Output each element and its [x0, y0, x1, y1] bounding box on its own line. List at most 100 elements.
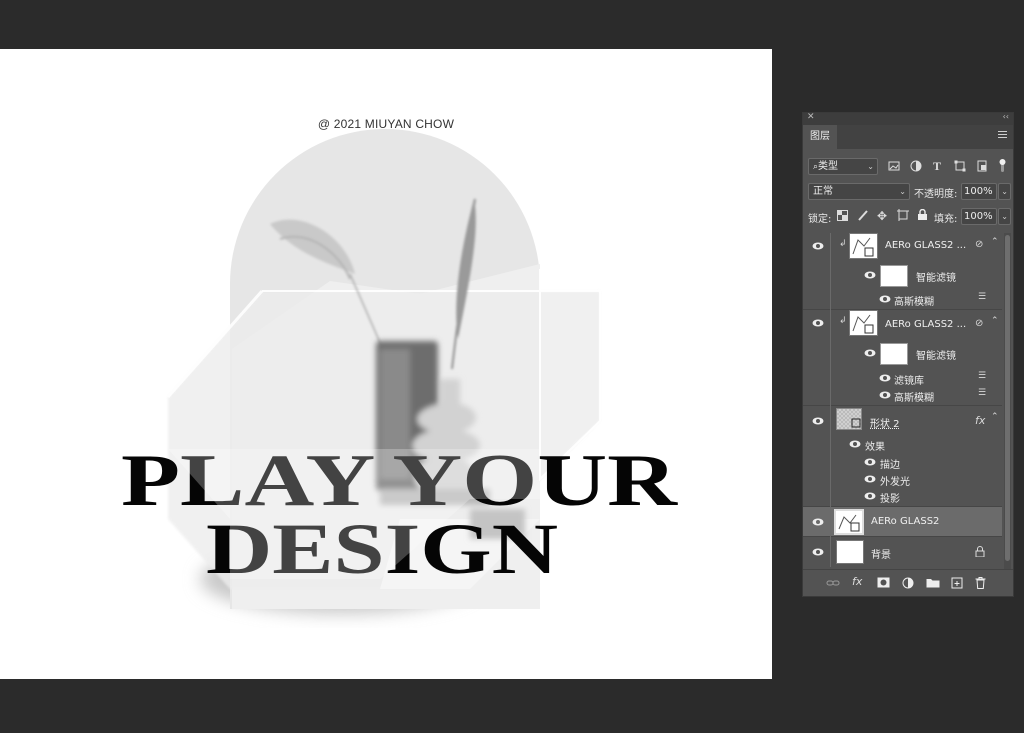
visibility-eye-icon[interactable]: [879, 391, 891, 399]
lock-label: 锁定:: [808, 214, 832, 225]
layer-name[interactable]: 形状 2: [870, 415, 900, 430]
opacity-input[interactable]: 100%: [961, 183, 997, 200]
layer-row-aero-glass-second[interactable]: ↲ AERo GLASS2 ... ⊘ ⌃ 智能滤镜 滤镜库 ☰ 高斯模糊 ☰: [803, 310, 1002, 406]
layer-row-shape-2[interactable]: 形状 2 fx ⌃ 效果 描边 外发光 投影: [803, 406, 1002, 507]
shape-filter-icon[interactable]: [954, 160, 968, 174]
smart-filter-mask-thumbnail[interactable]: [880, 265, 908, 287]
chevron-down-icon: ⌄: [899, 187, 906, 196]
lock-all-icon[interactable]: [917, 209, 931, 223]
chevron-down-icon: ⌄: [1001, 187, 1008, 196]
filter-toggle-icon[interactable]: [999, 157, 1013, 172]
visibility-eye-icon[interactable]: [879, 295, 891, 303]
layers-panel-footer: fx: [803, 569, 1013, 596]
filter-name[interactable]: 高斯模糊: [894, 293, 934, 308]
filter-options-icon[interactable]: ☰: [978, 388, 986, 398]
artwork: PLAY YOUR DESIGN: [121, 129, 679, 614]
pixel-filter-icon[interactable]: [888, 160, 902, 174]
visibility-eye-icon[interactable]: [849, 440, 861, 448]
visibility-eye-icon[interactable]: [864, 271, 876, 279]
smart-filter-mask-thumbnail[interactable]: [880, 343, 908, 365]
column-divider: [830, 507, 831, 537]
delete-layer-icon[interactable]: [975, 577, 989, 589]
column-divider: [830, 537, 831, 567]
shape-layer-thumbnail[interactable]: [836, 408, 862, 430]
document-canvas[interactable]: @ 2021 MIUYAN CHOW PLAY YOUR DESIGN: [0, 49, 772, 679]
blend-mode-value: 正常: [813, 186, 833, 197]
smart-filters-label: 智能滤镜: [916, 273, 956, 284]
fill-input[interactable]: 100%: [961, 208, 997, 225]
layer-thumbnail[interactable]: [849, 310, 878, 336]
blend-mode-select[interactable]: 正常 ⌄: [808, 183, 910, 200]
effects-label: 效果: [865, 442, 885, 453]
column-divider: [830, 406, 831, 507]
chevron-up-icon[interactable]: ⌃: [991, 412, 999, 422]
filter-kind-value: 类型: [818, 161, 839, 172]
effect-name[interactable]: 投影: [880, 490, 900, 505]
close-icon[interactable]: ✕: [807, 112, 815, 122]
opacity-dropdown[interactable]: ⌄: [998, 183, 1011, 200]
effect-name[interactable]: 描边: [880, 456, 900, 471]
add-mask-icon[interactable]: [877, 577, 891, 589]
clipping-arrow-icon: ↲: [839, 239, 847, 249]
panel-menu-icon[interactable]: [998, 131, 1007, 140]
smart-object-link-icon: ⊘: [975, 239, 984, 250]
visibility-eye-icon[interactable]: [864, 475, 876, 483]
chevron-up-icon[interactable]: ⌃: [991, 316, 999, 326]
layer-name[interactable]: AERo GLASS2: [871, 516, 939, 527]
visibility-eye-icon[interactable]: [812, 548, 824, 556]
new-group-icon[interactable]: [926, 577, 940, 589]
layer-effects-badge[interactable]: fx: [975, 414, 985, 427]
add-layer-style-icon[interactable]: fx: [852, 575, 866, 588]
lock-position-icon[interactable]: ✥: [877, 209, 891, 223]
layer-name[interactable]: AERo GLASS2 ...: [885, 240, 966, 251]
column-divider: [830, 233, 831, 310]
visibility-eye-icon[interactable]: [812, 242, 824, 250]
tab-layers[interactable]: 图层: [803, 125, 837, 149]
chevron-up-icon[interactable]: ⌃: [991, 237, 999, 247]
layer-name[interactable]: AERo GLASS2 ...: [885, 319, 966, 330]
lock-icon[interactable]: [975, 546, 985, 557]
column-divider: [830, 310, 831, 406]
filter-options-icon[interactable]: ☰: [978, 292, 986, 302]
effect-name[interactable]: 外发光: [880, 473, 910, 488]
clipping-arrow-icon: ↲: [839, 316, 847, 326]
layer-list-scrollbar[interactable]: [1004, 233, 1011, 569]
layer-thumbnail[interactable]: [849, 233, 878, 259]
layer-row-aero-glass-top[interactable]: ↲ AERo GLASS2 ... ⊘ ⌃ 智能滤镜 高斯模糊 ☰: [803, 233, 1002, 310]
new-adjustment-layer-icon[interactable]: [902, 577, 916, 589]
link-layers-icon[interactable]: [826, 577, 840, 589]
layer-list[interactable]: ↲ AERo GLASS2 ... ⊘ ⌃ 智能滤镜 高斯模糊 ☰ ↲ AERo…: [803, 233, 1002, 569]
chevron-down-icon: ⌄: [867, 162, 874, 171]
visibility-eye-icon[interactable]: [864, 458, 876, 466]
scrollbar-thumb[interactable]: [1005, 235, 1010, 561]
layer-name[interactable]: 背景: [871, 546, 891, 561]
lock-artboard-icon[interactable]: [897, 209, 911, 223]
smart-object-filter-icon[interactable]: [976, 160, 990, 174]
visibility-eye-icon[interactable]: [812, 417, 824, 425]
layer-row-background[interactable]: 背景: [803, 537, 1002, 567]
lock-pixels-icon[interactable]: [857, 209, 871, 223]
layer-thumbnail[interactable]: [836, 540, 864, 564]
visibility-eye-icon[interactable]: [812, 518, 824, 526]
smart-filters-label: 智能滤镜: [916, 351, 956, 362]
type-filter-icon[interactable]: T: [933, 159, 947, 173]
layer-row-aero-glass-selected[interactable]: AERo GLASS2: [803, 507, 1002, 537]
lock-transparency-icon[interactable]: [837, 210, 851, 224]
visibility-eye-icon[interactable]: [864, 492, 876, 500]
filter-name[interactable]: 滤镜库: [894, 372, 924, 387]
panel-title-bar[interactable]: ✕ ‹‹: [803, 112, 1013, 125]
fill-dropdown[interactable]: ⌄: [998, 208, 1011, 225]
opacity-label: 不透明度:: [914, 189, 958, 200]
filter-options-icon[interactable]: ☰: [978, 371, 986, 381]
visibility-eye-icon[interactable]: [879, 374, 891, 382]
collapse-icon[interactable]: ‹‹: [1003, 112, 1009, 121]
visibility-eye-icon[interactable]: [864, 349, 876, 357]
new-layer-icon[interactable]: [951, 577, 965, 589]
layer-thumbnail[interactable]: [834, 509, 864, 535]
adjustment-filter-icon[interactable]: [910, 160, 924, 174]
filter-name[interactable]: 高斯模糊: [894, 389, 934, 404]
smart-object-link-icon: ⊘: [975, 318, 984, 329]
visibility-eye-icon[interactable]: [812, 319, 824, 327]
panel-tabbar: 图层: [803, 125, 1013, 149]
filter-kind-select[interactable]: ⌕类型 ⌄: [808, 158, 878, 175]
